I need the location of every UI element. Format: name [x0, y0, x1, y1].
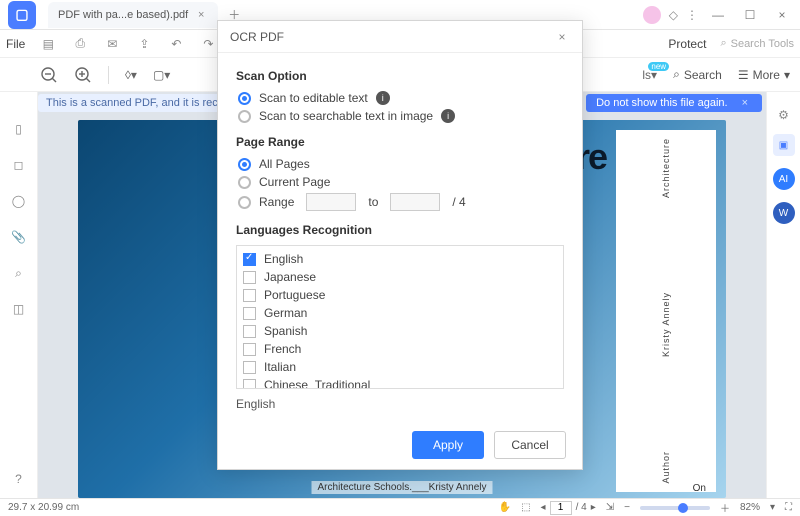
language-option[interactable]: German [243, 304, 557, 322]
language-label: Spanish [264, 324, 307, 338]
language-label: English [264, 252, 303, 266]
radio-icon [238, 196, 251, 209]
language-option[interactable]: Italian [243, 358, 557, 376]
language-option[interactable]: Chinese_Traditional [243, 376, 557, 389]
apply-button[interactable]: Apply [412, 431, 484, 459]
radio-icon [238, 176, 251, 189]
dialog-title: OCR PDF [230, 30, 284, 44]
language-label: Italian [264, 360, 296, 374]
cancel-button[interactable]: Cancel [494, 431, 566, 459]
range-total: / 4 [452, 195, 465, 209]
languages-selected-summary: English [236, 397, 564, 411]
option-range[interactable]: Range to / 4 [238, 193, 564, 211]
checkbox-icon [243, 379, 256, 390]
languages-heading: Languages Recognition [236, 223, 564, 237]
dialog-overlay: OCR PDF × Scan Option Scan to editable t… [0, 0, 800, 516]
dialog-close-icon[interactable]: × [554, 30, 570, 44]
language-label: German [264, 306, 307, 320]
checkbox-icon [243, 271, 256, 284]
option-searchable-text[interactable]: Scan to searchable text in image i [238, 109, 564, 123]
checkbox-icon [243, 307, 256, 320]
checkbox-icon [243, 325, 256, 338]
radio-icon [238, 110, 251, 123]
language-label: French [264, 342, 301, 356]
option-current-page[interactable]: Current Page [238, 175, 564, 189]
radio-icon [238, 158, 251, 171]
radio-icon [238, 92, 251, 105]
language-option[interactable]: Portuguese [243, 286, 557, 304]
language-option[interactable]: Japanese [243, 268, 557, 286]
ocr-dialog: OCR PDF × Scan Option Scan to editable t… [217, 20, 583, 470]
checkbox-icon [243, 253, 256, 266]
range-to-input[interactable] [390, 193, 440, 211]
checkbox-icon [243, 289, 256, 302]
language-option[interactable]: French [243, 340, 557, 358]
scan-option-heading: Scan Option [236, 69, 564, 83]
checkbox-icon [243, 361, 256, 374]
language-option[interactable]: Spanish [243, 322, 557, 340]
language-option[interactable]: English [243, 250, 557, 268]
languages-list[interactable]: English Japanese Portuguese German Spanish Fr… [236, 245, 564, 389]
language-label: Japanese [264, 270, 316, 284]
language-label: Portuguese [264, 288, 325, 302]
option-all-pages[interactable]: All Pages [238, 157, 564, 171]
info-icon[interactable]: i [441, 109, 455, 123]
range-from-input[interactable] [306, 193, 356, 211]
option-editable-text[interactable]: Scan to editable text i [238, 91, 564, 105]
page-range-heading: Page Range [236, 135, 564, 149]
language-label: Chinese_Traditional [264, 378, 370, 389]
checkbox-icon [243, 343, 256, 356]
info-icon[interactable]: i [376, 91, 390, 105]
